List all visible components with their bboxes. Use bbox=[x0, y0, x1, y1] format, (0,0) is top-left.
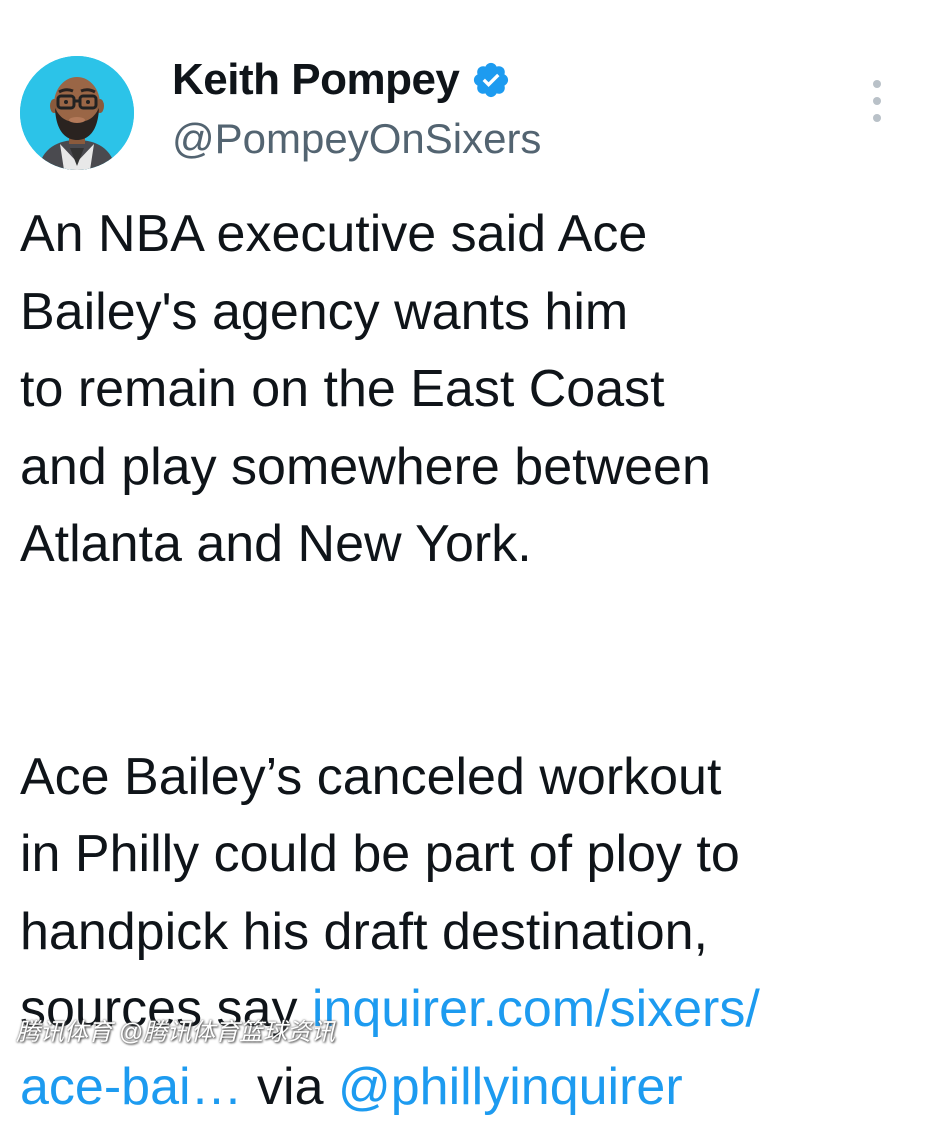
dot-icon bbox=[873, 114, 881, 122]
name-row: Keith Pompey bbox=[172, 52, 541, 108]
tweet-line: Atlanta and New York. bbox=[20, 506, 930, 584]
tweet-line-with-mention: ace-bai… via @phillyinquirer bbox=[20, 1049, 930, 1126]
tweet-line: Ace Bailey’s canceled workout bbox=[20, 739, 930, 817]
tweet-line: in Philly could be part of ploy to bbox=[20, 816, 930, 894]
dot-icon bbox=[873, 80, 881, 88]
paragraph-gap bbox=[20, 584, 930, 739]
tweet-line: handpick his draft destination, bbox=[20, 894, 930, 972]
watermark: 腾讯体育 @腾讯体育篮球资讯 bbox=[16, 1012, 335, 1047]
author-avatar[interactable] bbox=[20, 56, 134, 170]
author-display-name[interactable]: Keith Pompey bbox=[172, 55, 459, 105]
author-info: Keith Pompey @PompeyOnSixers bbox=[172, 52, 541, 166]
via-text: via bbox=[243, 1058, 338, 1116]
author-handle[interactable]: @PompeyOnSixers bbox=[172, 112, 541, 166]
article-link[interactable]: inquirer.com/sixers/ bbox=[312, 980, 760, 1038]
article-link-continued[interactable]: ace-bai… bbox=[20, 1058, 243, 1116]
tweet-line: Bailey's agency wants him bbox=[20, 274, 930, 352]
tweet-line: An NBA executive said Ace bbox=[20, 196, 930, 274]
verified-badge-icon bbox=[471, 60, 511, 100]
tweet-text: An NBA executive said Ace Bailey's agenc… bbox=[20, 196, 930, 1126]
bearded-man-avatar-icon bbox=[20, 56, 134, 170]
mention-link[interactable]: @phillyinquirer bbox=[338, 1058, 683, 1116]
more-options-icon[interactable] bbox=[862, 80, 892, 122]
tweet-line: and play somewhere between bbox=[20, 429, 930, 507]
dot-icon bbox=[873, 97, 881, 105]
tweet-card: Keith Pompey @PompeyOnSixers An NBA exec… bbox=[0, 0, 948, 1058]
tweet-line: to remain on the East Coast bbox=[20, 351, 930, 429]
